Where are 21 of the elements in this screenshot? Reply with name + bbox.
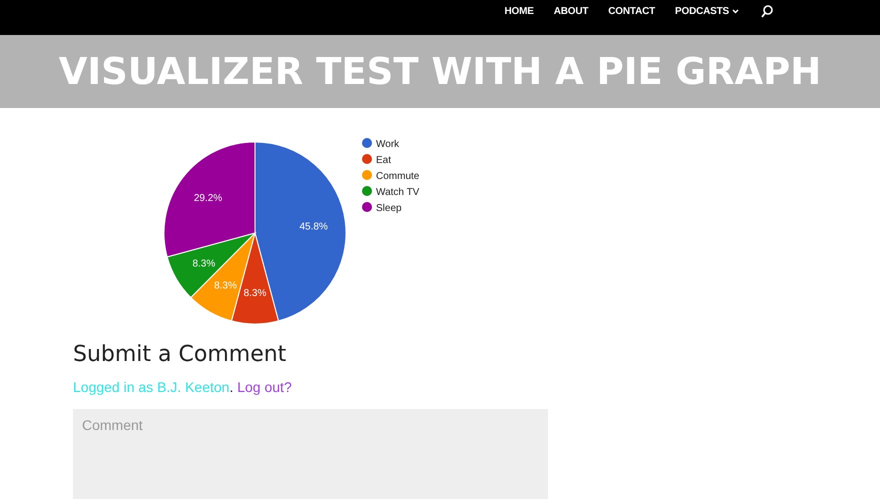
nav-link[interactable]: HOME [504,6,534,30]
legend-label: Sleep [376,203,402,214]
slice-label: 8.3% [192,258,216,270]
legend-label: Work [376,139,400,150]
slice-label: 8.3% [244,288,266,300]
legend-label: Eat [376,155,392,166]
nav-link[interactable]: ABOUT [554,6,588,30]
legend-label: Commute [376,171,420,182]
logout-link[interactable]: Log out? [237,379,292,395]
nav-link[interactable]: CONTACT [608,6,656,30]
chevron-icon [732,8,739,14]
comment-field[interactable]: Comment [73,409,548,499]
legend-label: Watch TV [376,187,420,198]
slice-label: 45.8% [299,221,328,232]
nav-link[interactable]: PODCASTS [675,6,739,30]
section-heading: Submit a Comment [73,342,288,367]
slice-label: 8.3% [214,280,237,292]
slice-label: 29.2% [194,193,222,204]
login-status: Logged in as B.J. Keeton. Log out? [73,379,293,395]
search-icon[interactable] [761,4,773,18]
page-title: VISUALIZER TEST WITH A PIE GRAPH [58,50,822,93]
